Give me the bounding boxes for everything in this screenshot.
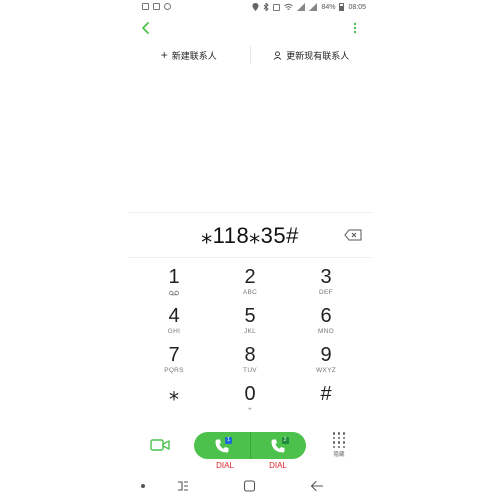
- backspace-icon[interactable]: [344, 229, 362, 241]
- key-0[interactable]: 0 +: [212, 381, 288, 420]
- key-star[interactable]: ⁎: [136, 381, 212, 420]
- key-digit: #: [320, 383, 332, 405]
- key-letters: JKL: [243, 328, 257, 335]
- dial1-label: DIAL: [216, 461, 234, 470]
- new-contact-label: 新建联系人: [171, 50, 217, 61]
- voicemail-icon: [169, 290, 179, 296]
- key-7[interactable]: 7 PQRS: [136, 342, 212, 381]
- battery-icon: [339, 3, 345, 11]
- home-icon[interactable]: [243, 480, 256, 492]
- key-letters: MNO: [317, 328, 335, 335]
- key-digit: 2: [244, 266, 256, 288]
- notification-icon: [142, 3, 149, 10]
- notification-icon: [153, 3, 160, 10]
- contact-actions-bar: + 新建联系人 更新现有联系人: [128, 44, 372, 66]
- person-icon: [273, 50, 282, 60]
- wifi-icon: [284, 3, 294, 10]
- number-display: ⁎118⁎35#: [128, 212, 372, 258]
- key-letters: PQRS: [164, 367, 184, 374]
- messenger-icon: [164, 3, 171, 10]
- sim2-badge: 2: [281, 437, 289, 444]
- dial2-label: DIAL: [269, 461, 287, 470]
- key-8[interactable]: 8 TUV: [212, 342, 288, 381]
- key-letters: WXYZ: [316, 367, 336, 374]
- dialed-number[interactable]: ⁎118⁎35#: [128, 223, 372, 249]
- dial-sim1-button[interactable]: 1: [194, 432, 250, 459]
- location-icon: [252, 3, 259, 11]
- hide-keypad-button[interactable]: 隐藏: [324, 430, 354, 464]
- key-digit: 1: [168, 266, 180, 288]
- key-letters: +: [247, 406, 253, 413]
- sim1-badge: 1: [225, 437, 232, 444]
- battery-percent: 84%: [321, 3, 336, 11]
- plus-icon: +: [160, 48, 168, 62]
- dialer-screen: 84% 08:05 + 新建联系人 更新现有联系人 ⁎118⁎35# 1 2 A…: [128, 0, 372, 500]
- navigation-bar: [128, 474, 372, 498]
- dial-sim2-button[interactable]: 2: [249, 432, 307, 459]
- key-5[interactable]: 5 JKL: [212, 303, 288, 342]
- recent-apps-icon[interactable]: [176, 480, 190, 492]
- key-hash[interactable]: #: [288, 381, 364, 420]
- update-existing-contact-label: 更新现有联系人: [286, 50, 350, 61]
- key-1[interactable]: 1: [136, 264, 212, 303]
- back-arrow-icon[interactable]: [138, 20, 154, 36]
- new-contact-button[interactable]: + 新建联系人: [128, 44, 250, 66]
- back-nav-icon[interactable]: [310, 480, 324, 492]
- more-vertical-icon[interactable]: [350, 20, 360, 36]
- signal-icon: [309, 3, 318, 11]
- key-digit: 7: [168, 344, 180, 366]
- key-letters: ABC: [242, 289, 258, 296]
- volte-icon: [273, 3, 281, 11]
- status-bar: 84% 08:05: [128, 0, 372, 14]
- key-digit: 9: [320, 344, 332, 366]
- key-9[interactable]: 9 WXYZ: [288, 342, 364, 381]
- key-digit: 5: [244, 305, 256, 327]
- key-digit: ⁎: [169, 383, 179, 405]
- keypad-grid-icon: [332, 432, 346, 448]
- keypad: 1 2 ABC 3 DEF 4 GHI 5 JKL 6 MNO 7 PQRS 8…: [136, 264, 364, 420]
- clock: 08:05: [348, 3, 366, 11]
- key-digit: 4: [168, 305, 180, 327]
- key-letters: TUV: [243, 367, 257, 374]
- key-digit: 0: [244, 383, 256, 405]
- key-3[interactable]: 3 DEF: [288, 264, 364, 303]
- signal-icon: [297, 3, 306, 11]
- key-2[interactable]: 2 ABC: [212, 264, 288, 303]
- nav-dot-icon[interactable]: [140, 483, 146, 489]
- key-letters: GHI: [167, 328, 181, 335]
- key-digit: 6: [320, 305, 332, 327]
- video-call-icon[interactable]: [150, 437, 170, 453]
- key-digit: 3: [320, 266, 332, 288]
- key-digit: 8: [244, 344, 256, 366]
- key-letters: DEF: [319, 289, 333, 296]
- dial-button-group: 1 2: [194, 432, 306, 459]
- hide-keypad-label: 隐藏: [333, 452, 345, 458]
- update-existing-contact-button[interactable]: 更新现有联系人: [251, 44, 373, 66]
- key-6[interactable]: 6 MNO: [288, 303, 364, 342]
- bluetooth-icon: [264, 3, 270, 11]
- key-4[interactable]: 4 GHI: [136, 303, 212, 342]
